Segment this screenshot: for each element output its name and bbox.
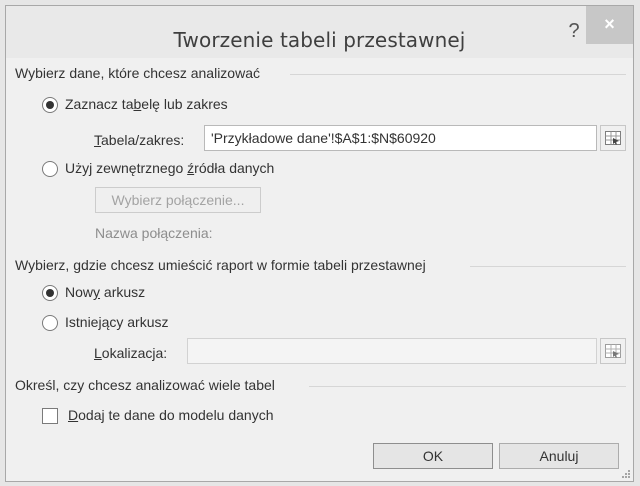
- range-select-icon: [605, 344, 621, 358]
- dialog-title: Tworzenie tabeli przestawnej: [173, 28, 466, 52]
- help-button[interactable]: ?: [564, 20, 584, 42]
- radio-external-source[interactable]: [42, 161, 58, 177]
- radio-existing-sheet[interactable]: [42, 315, 58, 331]
- connection-name-label: Nazwa połączenia:: [95, 225, 213, 241]
- radio-selected-dot: [46, 289, 54, 297]
- range-field-label: Tabela/zakres:: [94, 132, 185, 148]
- ok-button[interactable]: OK: [373, 443, 493, 469]
- cancel-button[interactable]: Anuluj: [499, 443, 619, 469]
- radio-external-source-label[interactable]: Użyj zewnętrznego źródła danych: [65, 160, 274, 176]
- add-to-data-model-label[interactable]: Dodaj te dane do modelu danych: [68, 407, 274, 423]
- data-source-header: Wybierz dane, które chcesz analizować: [15, 65, 260, 81]
- radio-new-sheet[interactable]: [42, 285, 58, 301]
- destination-header: Wybierz, gdzie chcesz umieścić raport w …: [15, 257, 426, 273]
- location-select-button[interactable]: [600, 338, 626, 364]
- radio-existing-sheet-label[interactable]: Istniejący arkusz: [65, 314, 169, 330]
- table-range-input[interactable]: 'Przykładowe dane'!$A$1:$N$60920: [204, 125, 597, 151]
- multiple-tables-header: Określ, czy chcesz analizować wiele tabe…: [15, 377, 275, 393]
- location-input[interactable]: [187, 338, 597, 364]
- range-select-icon: [605, 131, 621, 145]
- range-select-button[interactable]: [600, 125, 626, 151]
- section-divider: [470, 266, 626, 267]
- create-pivot-table-dialog: Tworzenie tabeli przestawnej ? × Wybierz…: [5, 5, 634, 482]
- resize-grip-icon[interactable]: [621, 469, 631, 479]
- radio-select-range[interactable]: [42, 97, 58, 113]
- section-divider: [290, 74, 626, 75]
- choose-connection-button[interactable]: Wybierz połączenie...: [95, 187, 261, 213]
- close-button[interactable]: ×: [586, 6, 633, 44]
- add-to-data-model-checkbox[interactable]: [42, 408, 58, 424]
- close-icon: ×: [604, 14, 615, 34]
- location-field-label: Lokalizacja:: [94, 345, 168, 361]
- title-bar[interactable]: Tworzenie tabeli przestawnej ? ×: [6, 6, 633, 58]
- radio-new-sheet-label[interactable]: Nowy arkusz: [65, 284, 145, 300]
- radio-selected-dot: [46, 101, 54, 109]
- section-divider: [309, 386, 626, 387]
- radio-select-range-label[interactable]: Zaznacz tabelę lub zakres: [65, 96, 228, 112]
